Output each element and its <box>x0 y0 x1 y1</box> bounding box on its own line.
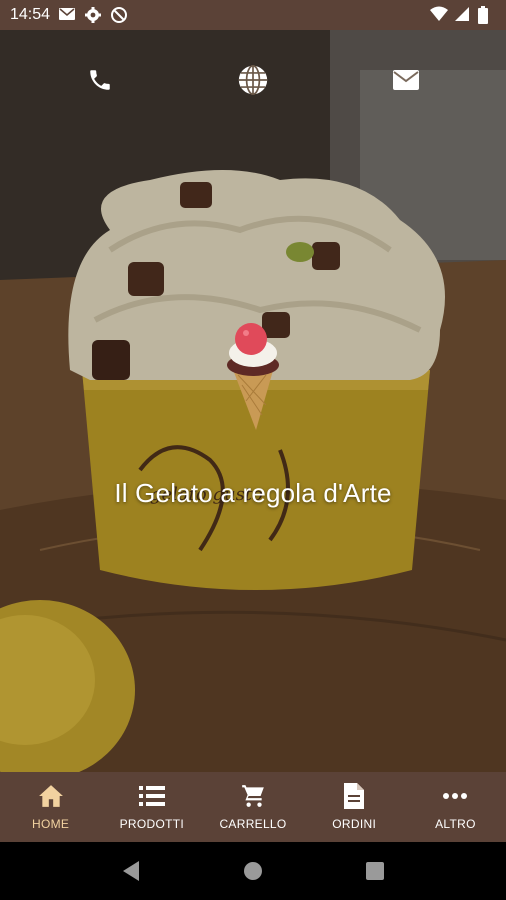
nav-ordini[interactable]: ORDINI <box>304 772 405 842</box>
recents-button[interactable] <box>360 856 390 886</box>
nav-altro-label: ALTRO <box>435 817 476 831</box>
nav-carrello[interactable]: CARRELLO <box>202 772 303 842</box>
gelato-cone-logo <box>227 323 279 430</box>
tagline: Il Gelato a regola d'Arte <box>114 478 392 508</box>
cart-icon <box>240 783 266 809</box>
globe-icon <box>236 63 270 102</box>
battery-icon <box>478 6 496 24</box>
system-nav-bar <box>0 842 506 900</box>
gear-icon <box>84 6 102 24</box>
nav-ordini-label: ORDINI <box>332 817 377 831</box>
mail-icon <box>58 6 76 24</box>
nav-prodotti-label: PRODOTTI <box>119 817 184 831</box>
status-time: 14:54 <box>10 6 51 23</box>
signal-icon <box>454 6 472 24</box>
hero-banner: gelato gusto Il Gelato a regola d'Arte <box>0 30 506 772</box>
back-icon <box>123 861 139 881</box>
nav-home-label: HOME <box>32 817 70 831</box>
nav-home[interactable]: HOME <box>0 772 101 842</box>
document-icon <box>341 783 367 809</box>
email-button[interactable] <box>386 62 426 102</box>
list-icon <box>138 783 165 809</box>
status-bar: 14:54 <box>0 0 506 30</box>
circle-home-icon <box>244 862 262 880</box>
mail-icon <box>392 69 420 96</box>
phone-icon <box>87 67 113 98</box>
top-actions <box>0 62 506 102</box>
more-icon <box>442 783 468 809</box>
nav-prodotti[interactable]: PRODOTTI <box>101 772 202 842</box>
home-system-button[interactable] <box>238 856 268 886</box>
nav-carrello-label: CARRELLO <box>219 817 287 831</box>
sync-icon <box>110 6 128 24</box>
wifi-icon <box>430 6 448 24</box>
bottom-nav: HOME PRODOTTI CARRELLO ORDINI ALTRO <box>0 772 506 842</box>
square-recents-icon <box>366 862 384 880</box>
home-icon <box>38 783 64 809</box>
nav-altro[interactable]: ALTRO <box>405 772 506 842</box>
phone-button[interactable] <box>80 62 120 102</box>
back-button[interactable] <box>116 856 146 886</box>
website-button[interactable] <box>233 62 273 102</box>
